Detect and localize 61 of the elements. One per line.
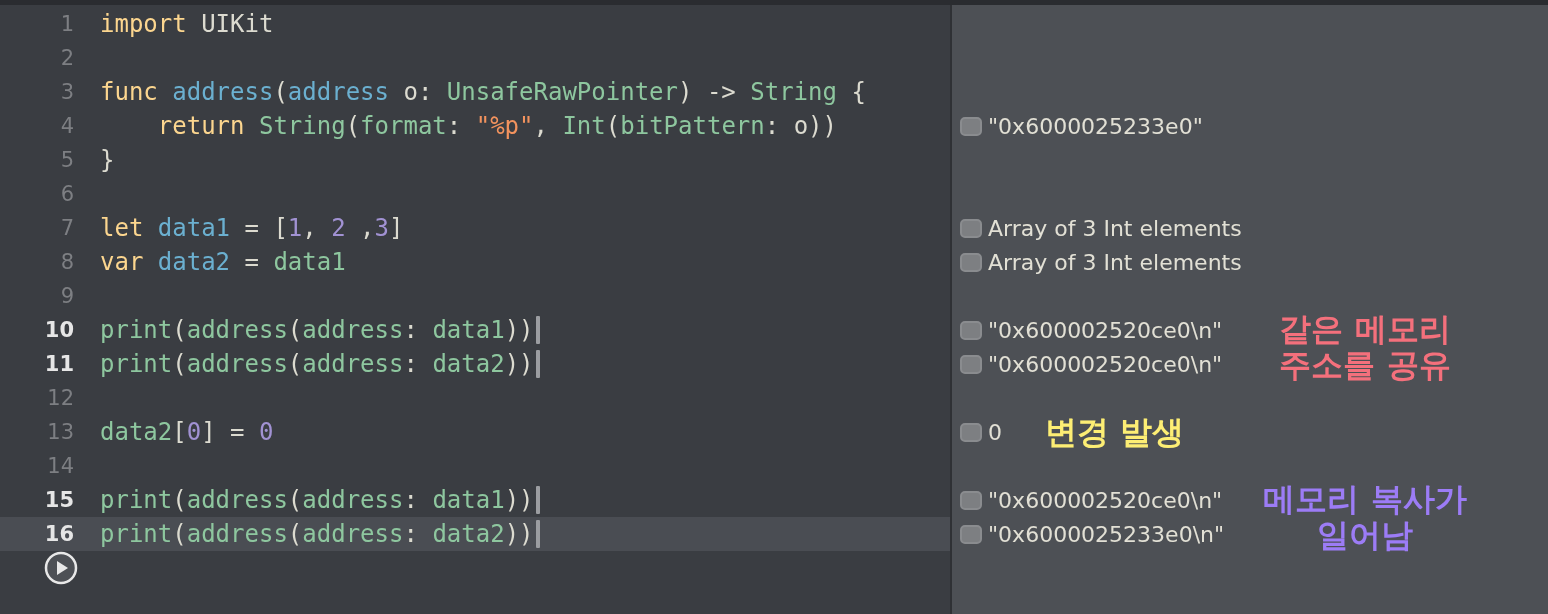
line-number: 13 bbox=[46, 420, 74, 444]
code-text: import UIKit bbox=[100, 10, 274, 38]
code-line[interactable]: 1 import UIKit bbox=[0, 7, 950, 41]
line-number: 9 bbox=[59, 284, 74, 308]
line-number: 16 bbox=[43, 522, 74, 546]
code-line[interactable]: 3 func address(address o: UnsafeRawPointer) -> String { bbox=[0, 75, 950, 109]
code-line[interactable]: 15 print(address(address: data1)) bbox=[0, 483, 950, 517]
line-number: 7 bbox=[59, 216, 74, 240]
code-text: return String(format: "%p", Int(bitPattern: o)) bbox=[156, 112, 837, 140]
code-text: } bbox=[100, 146, 115, 174]
line-number: 10 bbox=[43, 318, 74, 342]
code-line[interactable]: 5 } bbox=[0, 143, 950, 177]
code-line[interactable]: 7 let data1 = [1, 2 ,3] bbox=[0, 211, 950, 245]
result-value: Array of 3 Int elements bbox=[988, 249, 1242, 275]
code-text: print(address(address: data2)) bbox=[100, 350, 534, 378]
line-number: 8 bbox=[59, 250, 74, 274]
result-toggle-icon[interactable] bbox=[960, 422, 982, 442]
code-text: func address(address o: UnsafeRawPointer) -> String { bbox=[100, 78, 866, 106]
line-number: 6 bbox=[59, 182, 74, 206]
code-text: print(address(address: data1)) bbox=[100, 486, 534, 514]
result-toggle-icon[interactable] bbox=[960, 116, 982, 136]
result-toggle-icon[interactable] bbox=[960, 320, 982, 340]
code-text: let data1 = [1, 2 ,3] bbox=[100, 214, 404, 242]
play-icon[interactable] bbox=[44, 551, 78, 585]
code-line[interactable]: 4 return String(format: "%p", Int(bitPattern: o)) bbox=[0, 109, 950, 143]
line-number: 14 bbox=[46, 454, 74, 478]
line-number: 1 bbox=[59, 12, 74, 36]
result-value: "0x6000025233e0\n" bbox=[988, 521, 1225, 547]
code-line[interactable]: 13 data2[0] = 0 bbox=[0, 415, 950, 449]
code-text: print(address(address: data1)) bbox=[100, 316, 534, 344]
code-text: print(address(address: data2)) bbox=[100, 520, 534, 548]
line-number: 11 bbox=[43, 352, 74, 376]
result-marker[interactable] bbox=[535, 520, 540, 548]
line-number: 5 bbox=[59, 148, 74, 172]
result-value: 0 bbox=[988, 419, 1002, 445]
result-value: "0x6000025233e0" bbox=[988, 113, 1203, 139]
result-marker[interactable] bbox=[535, 486, 540, 514]
line-number: 2 bbox=[59, 46, 74, 70]
code-line[interactable]: 8 var data2 = data1 bbox=[0, 245, 950, 279]
code-text: var data2 = data1 bbox=[100, 248, 346, 276]
code-line[interactable]: 10 print(address(address: data1)) bbox=[0, 313, 950, 347]
result-value: "0x600002520ce0\n" bbox=[988, 487, 1223, 513]
code-line[interactable]: 11 print(address(address: data2)) bbox=[0, 347, 950, 381]
line-number: 15 bbox=[43, 488, 74, 512]
line-number: 4 bbox=[59, 114, 74, 138]
result-value: "0x600002520ce0\n" bbox=[988, 351, 1223, 377]
result-toggle-icon[interactable] bbox=[960, 252, 982, 272]
result-toggle-icon[interactable] bbox=[960, 218, 982, 238]
annotation-text: 같은 메모리 주소를 공유 bbox=[1278, 311, 1452, 383]
annotation-text: 메모리 복사가 일어남 bbox=[1262, 481, 1468, 553]
result-value: "0x600002520ce0\n" bbox=[988, 317, 1223, 343]
result-marker[interactable] bbox=[535, 316, 540, 344]
result-marker[interactable] bbox=[535, 350, 540, 378]
line-number: 3 bbox=[59, 80, 74, 104]
annotation-text: 변경 발생 bbox=[1045, 414, 1186, 450]
code-text: data2[0] = 0 bbox=[100, 418, 274, 446]
result-toggle-icon[interactable] bbox=[960, 354, 982, 374]
result-toggle-icon[interactable] bbox=[960, 490, 982, 510]
result-value: Array of 3 Int elements bbox=[988, 215, 1242, 241]
line-number: 12 bbox=[46, 386, 74, 410]
result-toggle-icon[interactable] bbox=[960, 524, 982, 544]
